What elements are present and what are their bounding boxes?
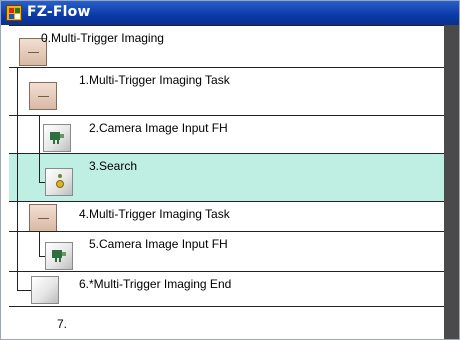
task-icon[interactable] bbox=[29, 204, 57, 232]
row-label: 3.Search bbox=[89, 159, 138, 173]
search-icon bbox=[55, 174, 65, 190]
tree-line bbox=[17, 232, 18, 272]
camera-icon bbox=[50, 132, 65, 144]
flow-row-5[interactable]: 5.Camera Image Input FH bbox=[9, 231, 444, 272]
flow-row-4[interactable]: 4.Multi-Trigger Imaging Task bbox=[9, 201, 444, 232]
end-icon[interactable] bbox=[31, 276, 59, 304]
flow-row-6[interactable]: 6.*Multi-Trigger Imaging End bbox=[9, 271, 444, 307]
camera-image-input-button[interactable] bbox=[45, 242, 73, 270]
row-label: 6.*Multi-Trigger Imaging End bbox=[79, 277, 232, 291]
camera-image-input-button[interactable] bbox=[43, 124, 71, 152]
row-label: 2.Camera Image Input FH bbox=[89, 121, 228, 135]
camera-icon bbox=[52, 250, 67, 262]
flow-row-3[interactable]: 3.Search bbox=[9, 153, 444, 202]
tree-line bbox=[39, 116, 40, 154]
tree-line bbox=[17, 272, 18, 290]
flow-row-1[interactable]: 1.Multi-Trigger Imaging Task bbox=[9, 67, 444, 116]
app-icon bbox=[6, 5, 22, 21]
row-label: 4.Multi-Trigger Imaging Task bbox=[79, 207, 230, 221]
search-button[interactable] bbox=[45, 168, 73, 196]
tree-line bbox=[17, 116, 18, 154]
fz-flow-window: FZ-Flow 0.Multi-Trigger Imaging 1.Multi-… bbox=[0, 0, 460, 340]
tree-line bbox=[17, 202, 18, 232]
row-label: 7. bbox=[57, 317, 68, 331]
task-icon[interactable] bbox=[29, 82, 57, 110]
window-title: FZ-Flow bbox=[27, 4, 91, 20]
tree-line bbox=[39, 154, 40, 182]
flow-row-2[interactable]: 2.Camera Image Input FH bbox=[9, 115, 444, 154]
tree-line bbox=[39, 232, 40, 256]
row-label: 5.Camera Image Input FH bbox=[89, 237, 228, 251]
row-label: 1.Multi-Trigger Imaging Task bbox=[79, 73, 230, 87]
row-label: 0.Multi-Trigger Imaging bbox=[41, 31, 164, 45]
flow-row-7[interactable]: 7. bbox=[9, 313, 444, 339]
flow-row-0[interactable]: 0.Multi-Trigger Imaging bbox=[9, 25, 444, 67]
flow-tree: 0.Multi-Trigger Imaging 1.Multi-Trigger … bbox=[1, 25, 444, 339]
tree-line bbox=[17, 68, 18, 116]
title-bar[interactable]: FZ-Flow bbox=[1, 1, 459, 25]
tree-line bbox=[17, 154, 18, 202]
vertical-scrollbar[interactable] bbox=[444, 25, 459, 339]
tree-line bbox=[17, 290, 31, 291]
